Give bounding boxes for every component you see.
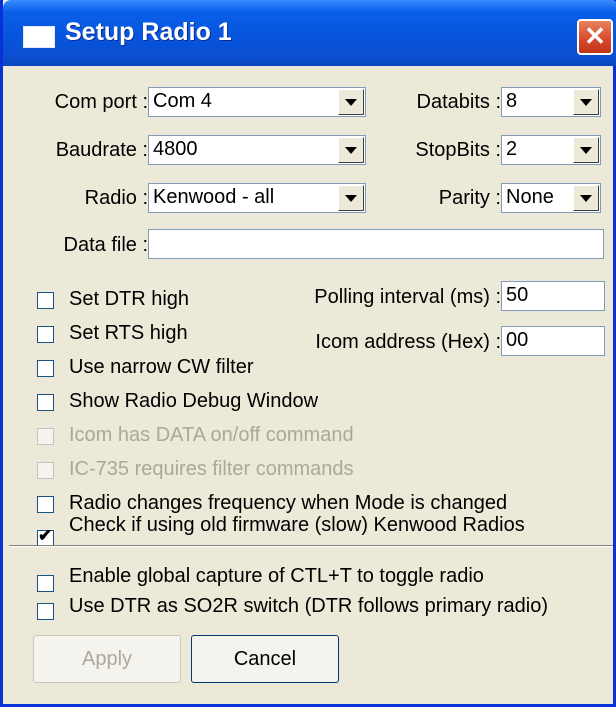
icom-address-value: 00 [506, 329, 529, 351]
set-rts-high-checkbox[interactable] [37, 326, 54, 343]
com-port-label: Com port : [54, 91, 148, 113]
radio-label: Radio : [84, 187, 148, 209]
window-title: Setup Radio 1 [65, 18, 232, 46]
radio-select[interactable]: Kenwood - all [148, 183, 366, 213]
set-dtr-high-checkbox[interactable] [37, 292, 54, 309]
baudrate-label: Baudrate : [55, 139, 148, 161]
narrow-cw-filter-checkbox[interactable] [37, 360, 54, 377]
databits-select[interactable]: 8 [501, 87, 601, 117]
global-ctl-t-capture-checkbox[interactable] [37, 575, 54, 592]
stopbits-value: 2 [506, 138, 518, 160]
icom-data-command-checkbox [37, 428, 54, 445]
window-icon [23, 26, 55, 48]
chevron-down-icon[interactable] [338, 185, 364, 211]
icom-address-label: Icom address (Hex) : [315, 331, 501, 353]
com-port-value: Com 4 [153, 90, 212, 112]
frequency-mode-change-checkbox[interactable] [37, 496, 54, 513]
parity-value: None [506, 186, 554, 208]
frequency-mode-change-label: Radio changes frequency when Mode is cha… [69, 492, 508, 514]
chevron-down-icon[interactable] [338, 89, 364, 115]
title-bar[interactable]: Setup Radio 1 ✕ [3, 0, 616, 66]
dtr-so2r-switch-label: Use DTR as SO2R switch (DTR follows prim… [69, 595, 548, 617]
polling-interval-value: 50 [506, 284, 529, 306]
com-port-select[interactable]: Com 4 [148, 87, 366, 117]
old-firmware-kenwood-label: Check if using old firmware (slow) Kenwo… [69, 514, 525, 536]
parity-select[interactable]: None [501, 183, 601, 213]
data-file-label: Data file : [63, 234, 148, 256]
apply-button[interactable]: Apply [33, 635, 181, 683]
setup-radio-dialog: Setup Radio 1 ✕ Com port : Com 4 Baudrat… [0, 0, 616, 707]
icom-data-command-label: Icom has DATA on/off command [69, 424, 354, 446]
chevron-down-icon[interactable] [338, 137, 364, 163]
stopbits-select[interactable]: 2 [501, 135, 601, 165]
chevron-down-icon[interactable] [573, 185, 599, 211]
global-ctl-t-capture-label: Enable global capture of CTL+T to toggle… [69, 565, 484, 587]
data-file-input[interactable] [148, 229, 604, 259]
set-rts-high-label: Set RTS high [69, 322, 188, 344]
baudrate-value: 4800 [153, 138, 198, 160]
polling-interval-label: Polling interval (ms) : [314, 286, 501, 308]
stopbits-label: StopBits : [415, 139, 501, 161]
chevron-down-icon[interactable] [573, 137, 599, 163]
close-button[interactable]: ✕ [577, 19, 613, 55]
icom-address-input[interactable]: 00 [501, 326, 605, 356]
chevron-down-icon[interactable] [573, 89, 599, 115]
polling-interval-input[interactable]: 50 [501, 281, 605, 311]
ic735-filter-commands-label: IC-735 requires filter commands [69, 458, 354, 480]
dtr-so2r-switch-checkbox[interactable] [37, 603, 54, 620]
divider [9, 545, 613, 547]
cancel-button[interactable]: Cancel [191, 635, 339, 683]
radio-value: Kenwood - all [153, 186, 275, 208]
radio-debug-window-label: Show Radio Debug Window [69, 390, 319, 412]
baudrate-select[interactable]: 4800 [148, 135, 366, 165]
set-dtr-high-label: Set DTR high [69, 288, 190, 310]
ic735-filter-commands-checkbox [37, 462, 54, 479]
checkmark-icon: ✔ [38, 526, 53, 545]
databits-label: Databits : [416, 91, 501, 113]
databits-value: 8 [506, 90, 518, 112]
narrow-cw-filter-label: Use narrow CW filter [69, 356, 254, 378]
parity-label: Parity : [438, 187, 501, 209]
radio-debug-window-checkbox[interactable] [37, 394, 54, 411]
